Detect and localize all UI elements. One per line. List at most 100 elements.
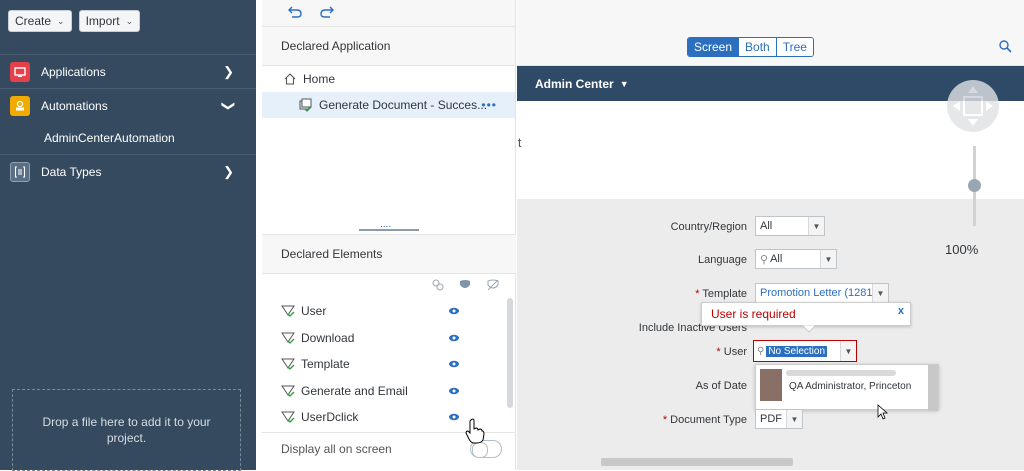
eye-icon[interactable] <box>448 358 460 370</box>
validation-popover: User is required x <box>701 302 911 333</box>
tab-both[interactable]: Both <box>739 38 777 56</box>
chevron-down-icon: ❯ <box>221 100 237 112</box>
suggestion-item[interactable]: QA Administrator, Princeton <box>789 381 911 392</box>
element-check-icon <box>281 411 295 424</box>
view-toolbar: Screen Both Tree <box>517 0 1024 66</box>
search-icon: ⚲ <box>760 253 769 266</box>
body-fragment: it <box>517 135 522 150</box>
tab-tree[interactable]: Tree <box>776 38 813 56</box>
chevron-right-icon: ❯ <box>223 164 234 179</box>
element-label: Generate and Email <box>301 383 408 398</box>
admin-center-title[interactable]: Admin Center <box>535 77 614 91</box>
eye-icon[interactable] <box>448 411 460 423</box>
declaration-panel: Declared Application Home Generate Docum… <box>262 0 516 470</box>
popover-pointer <box>802 325 816 333</box>
element-check-icon <box>281 332 295 344</box>
more-options-icon[interactable]: ••• <box>481 98 497 112</box>
eye-icon[interactable] <box>448 305 460 317</box>
sidebar-subitem-admincenterautomation[interactable]: AdminCenterAutomation <box>0 122 256 154</box>
arrow-cursor-icon <box>877 404 889 420</box>
zoom-slider-handle[interactable] <box>968 179 981 192</box>
language-value: All <box>770 253 783 265</box>
blurred-text <box>786 370 896 376</box>
project-sidebar: Create ⌄ Import ⌄ Applications ❯ Automat… <box>0 0 256 471</box>
automation-icon <box>10 95 30 116</box>
user-input[interactable]: ⚲ No Selection ▼ <box>753 340 857 362</box>
element-row-user[interactable]: User <box>262 298 516 325</box>
template-select[interactable]: Promotion Letter (1281) ▼ <box>755 283 889 303</box>
elements-scrollbar[interactable] <box>507 298 513 408</box>
data-type-icon <box>10 161 30 182</box>
sidebar-item-data-types[interactable]: Data Types ❯ <box>0 154 256 188</box>
user-label: * User <box>567 346 747 358</box>
language-label: Language <box>698 254 747 266</box>
eye-icon[interactable] <box>448 385 460 397</box>
sidebar-item-label: Applications <box>41 64 106 79</box>
country-label: Country/Region <box>670 221 747 233</box>
element-check-icon <box>281 385 295 397</box>
eye-icon[interactable] <box>448 332 460 344</box>
sidebar-item-label: Data Types <box>41 164 102 179</box>
element-check-icon <box>281 305 295 318</box>
sidebar-toolbar: Create ⌄ Import ⌄ <box>0 0 256 44</box>
tree-item-home[interactable]: Home <box>262 66 515 92</box>
caret-down-icon: ▼ <box>820 250 836 268</box>
header-fragment: ) <box>517 74 518 90</box>
redo-icon[interactable] <box>320 5 334 21</box>
create-label: Create <box>15 14 52 28</box>
import-label: Import <box>85 14 120 28</box>
element-row-template[interactable]: Template <box>262 351 516 378</box>
screen-capture-canvas: ) Admin Center ▼ it 100% Country/Region … <box>517 66 1024 470</box>
search-icon[interactable] <box>999 40 1012 53</box>
caret-down-icon: ▼ <box>619 78 629 89</box>
chevron-down-icon: ⌄ <box>125 15 134 26</box>
required-mark: * <box>716 346 721 358</box>
tree-item-generate-document[interactable]: Generate Document - Succes... ••• <box>262 92 515 118</box>
caret-down-icon: ▼ <box>840 341 856 361</box>
view-mode-tabs: Screen Both Tree <box>687 37 814 57</box>
pan-arrows-icon <box>953 86 993 126</box>
close-icon[interactable]: x <box>898 305 904 317</box>
document-type-label: * Document Type <box>567 414 747 426</box>
import-button[interactable]: Import ⌄ <box>78 10 141 32</box>
document-type-value: PDF <box>760 413 782 425</box>
sidebar-item-automations[interactable]: Automations ❯ <box>0 88 256 122</box>
pan-control[interactable] <box>947 80 999 132</box>
canvas-horizontal-scrollbar[interactable] <box>601 458 793 466</box>
language-select[interactable]: ⚲ All ▼ <box>755 249 837 269</box>
shield-icon[interactable] <box>459 279 471 294</box>
declared-elements-header: Declared Elements <box>262 234 516 274</box>
element-label: UserDclick <box>301 410 359 425</box>
sidebar-item-label: Automations <box>41 98 108 113</box>
undo-icon[interactable] <box>288 5 302 21</box>
declared-application-title: Declared Application <box>281 39 391 53</box>
dropzone-text: Drop a file here to add it to your proje… <box>42 415 211 445</box>
create-button[interactable]: Create ⌄ <box>8 10 72 32</box>
avatar <box>760 369 782 401</box>
tab-screen[interactable]: Screen <box>688 38 740 56</box>
required-mark: * <box>695 288 700 300</box>
caret-down-icon: ▼ <box>872 284 888 302</box>
tree-item-label: Home <box>303 72 336 86</box>
user-suggestion-dropdown: QA Administrator, Princeton <box>755 364 939 411</box>
dropdown-scrollbar[interactable] <box>928 365 938 411</box>
sidebar-item-applications[interactable]: Applications ❯ <box>0 54 256 88</box>
template-label-text: Template <box>702 288 747 300</box>
page-check-icon <box>299 98 313 112</box>
country-value: All <box>760 220 773 232</box>
element-label: User <box>301 304 327 319</box>
element-row-download[interactable]: Download <box>262 325 516 352</box>
unlink-icon[interactable] <box>487 279 499 294</box>
file-dropzone[interactable]: Drop a file here to add it to your proje… <box>12 389 241 471</box>
template-value: Promotion Letter (1281) <box>760 287 877 299</box>
capture-icon[interactable] <box>432 279 444 294</box>
declared-elements-title: Declared Elements <box>281 247 383 261</box>
country-select[interactable]: All ▼ <box>755 216 825 236</box>
undo-redo-toolbar <box>262 0 515 26</box>
document-type-select[interactable]: PDF ▼ <box>755 409 803 429</box>
element-row-generate-and-email[interactable]: Generate and Email <box>262 378 516 405</box>
chevron-right-icon: ❯ <box>223 64 234 79</box>
tree-item-label: Generate Document - Succes... <box>319 98 488 112</box>
document-type-label-text: Document Type <box>670 414 747 426</box>
zoom-level: 100% <box>945 242 979 257</box>
